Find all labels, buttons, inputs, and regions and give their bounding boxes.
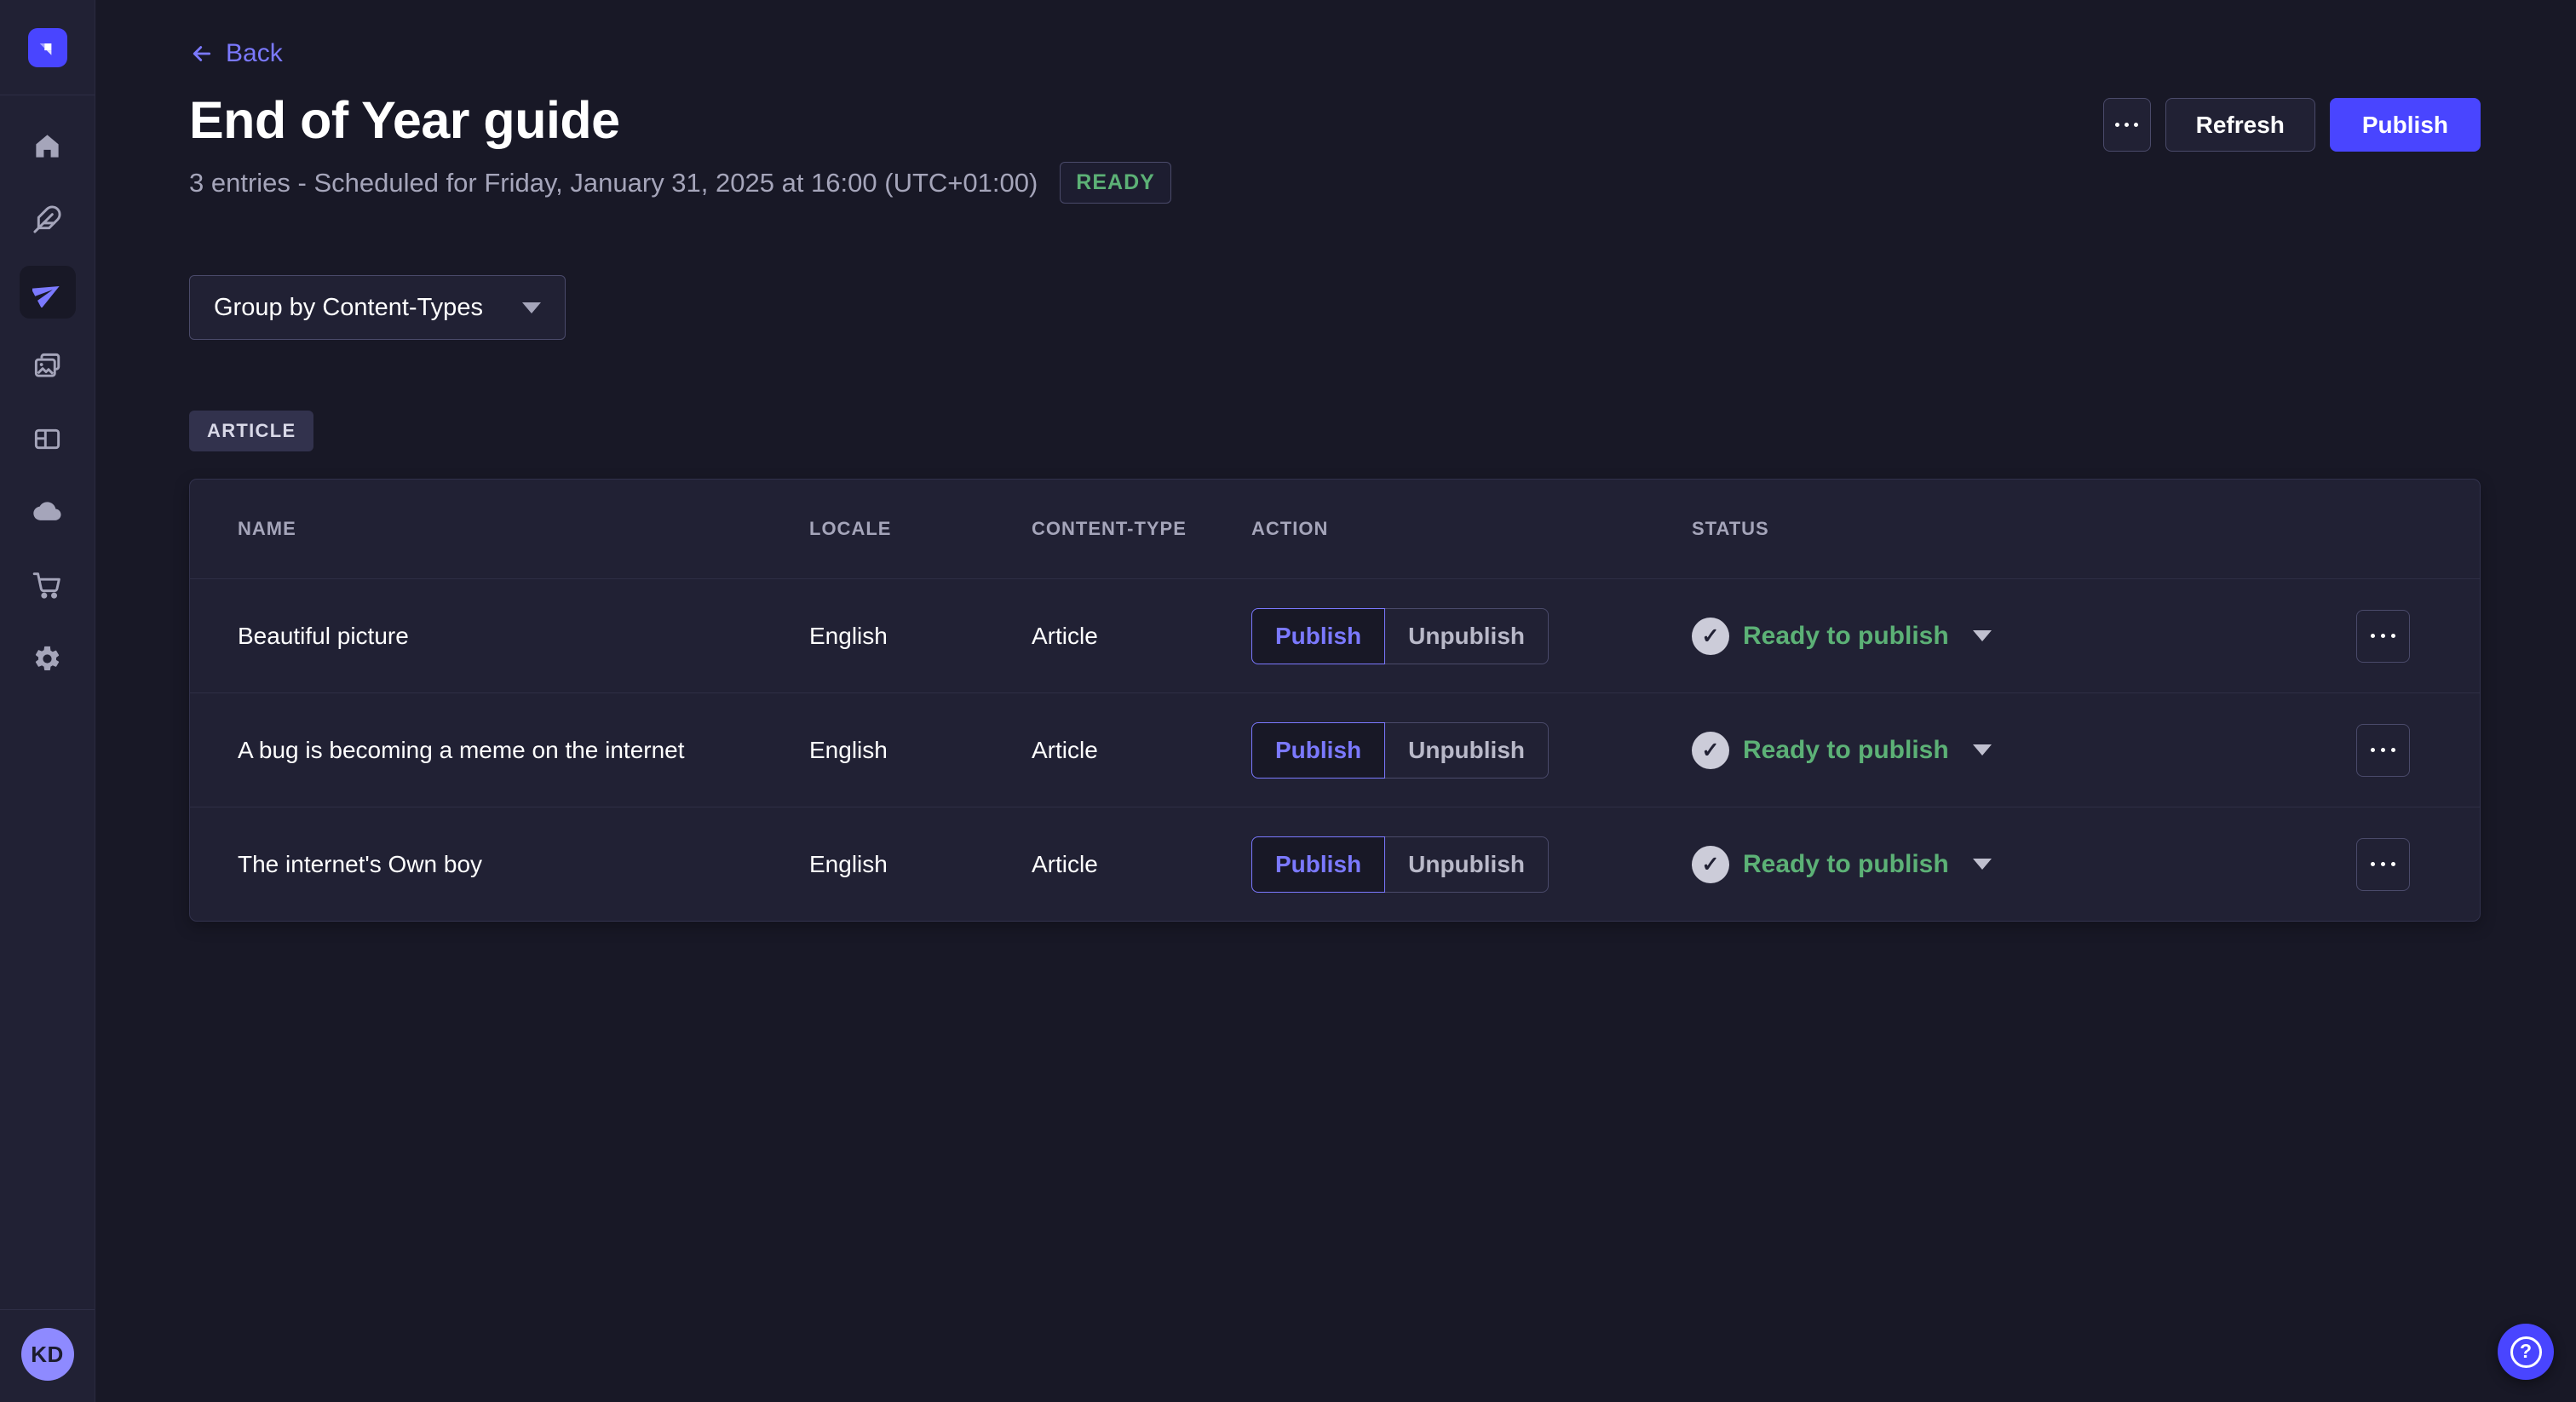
subtitle-row: 3 entries - Scheduled for Friday, Januar… (189, 162, 2481, 204)
column-header-locale: LOCALE (809, 518, 1032, 540)
status-badge: READY (1060, 162, 1171, 204)
help-icon: ? (2510, 1336, 2542, 1368)
help-button[interactable]: ? (2498, 1324, 2554, 1380)
entry-status-label: Ready to publish (1743, 850, 1949, 879)
home-icon (32, 131, 62, 161)
check-circle-icon: ✓ (1692, 846, 1729, 883)
entry-name: A bug is becoming a meme on the internet (238, 737, 809, 764)
entry-locale: English (809, 737, 1032, 764)
sidebar-nav (20, 119, 76, 685)
check-circle-icon: ✓ (1692, 732, 1729, 769)
row-more-button[interactable] (2356, 610, 2410, 663)
unpublish-toggle-button[interactable]: Unpublish (1385, 608, 1549, 664)
publish-button[interactable]: Publish (2330, 98, 2481, 152)
entries-table: NAME LOCALE CONTENT-TYPE ACTION STATUS B… (189, 479, 2481, 922)
column-header-status: STATUS (1692, 518, 2356, 540)
entry-content-type: Article (1032, 623, 1251, 650)
sidebar-item-releases[interactable] (20, 266, 76, 319)
refresh-button[interactable]: Refresh (2165, 98, 2315, 152)
table-row[interactable]: The internet's Own boy English Article P… (190, 807, 2480, 921)
action-toggle: Publish Unpublish (1251, 608, 1549, 664)
entry-name: Beautiful picture (238, 623, 809, 650)
layout-icon (32, 424, 62, 454)
arrow-left-icon (189, 41, 215, 66)
release-more-button[interactable] (2103, 98, 2151, 152)
more-icon (2371, 862, 2375, 866)
sidebar-footer: KD (0, 1309, 95, 1402)
media-icon (32, 351, 62, 381)
chevron-down-icon (1973, 744, 1992, 756)
table-row[interactable]: Beautiful picture English Article Publis… (190, 578, 2480, 692)
sidebar-item-marketplace[interactable] (20, 559, 76, 612)
publish-toggle-button[interactable]: Publish (1251, 722, 1385, 779)
sidebar: KD (0, 0, 95, 1402)
group-by-select[interactable]: Group by Content-Types (189, 275, 566, 340)
row-more-button[interactable] (2356, 724, 2410, 777)
more-icon (2115, 123, 2119, 127)
entry-status-dropdown[interactable]: ✓ Ready to publish (1692, 732, 2356, 769)
chevron-down-icon (522, 302, 541, 313)
user-avatar[interactable]: KD (21, 1328, 74, 1381)
entry-locale: English (809, 623, 1032, 650)
strapi-logo-icon (35, 35, 60, 60)
feather-icon (32, 204, 62, 234)
paper-plane-icon (32, 278, 62, 307)
back-label: Back (226, 39, 283, 68)
entry-name: The internet's Own boy (238, 851, 809, 878)
release-schedule-text: 3 entries - Scheduled for Friday, Januar… (189, 168, 1038, 198)
group-by-value: Group by Content-Types (214, 294, 483, 322)
chevron-down-icon (1973, 859, 1992, 870)
entry-status-label: Ready to publish (1743, 736, 1949, 765)
table-header-row: NAME LOCALE CONTENT-TYPE ACTION STATUS (190, 480, 2480, 578)
sidebar-item-content-type-builder[interactable] (20, 412, 76, 465)
sidebar-item-media-library[interactable] (20, 339, 76, 392)
header-actions: Refresh Publish (2103, 98, 2481, 152)
publish-toggle-button[interactable]: Publish (1251, 836, 1385, 893)
sidebar-item-cloud[interactable] (20, 486, 76, 538)
back-row: Back (189, 0, 2481, 71)
column-header-action: ACTION (1251, 518, 1692, 540)
entry-status-label: Ready to publish (1743, 622, 1949, 651)
back-link[interactable]: Back (189, 39, 283, 68)
main-content: Back End of Year guide 3 entries - Sched… (95, 0, 2576, 1402)
unpublish-toggle-button[interactable]: Unpublish (1385, 836, 1549, 893)
table-row[interactable]: A bug is becoming a meme on the internet… (190, 692, 2480, 807)
check-circle-icon: ✓ (1692, 618, 1729, 655)
sidebar-item-home[interactable] (20, 119, 76, 172)
sidebar-item-settings[interactable] (20, 632, 76, 685)
more-icon (2371, 634, 2375, 638)
publish-toggle-button[interactable]: Publish (1251, 608, 1385, 664)
entry-status-dropdown[interactable]: ✓ Ready to publish (1692, 618, 2356, 655)
cloud-icon (32, 497, 62, 527)
strapi-logo[interactable] (28, 28, 67, 67)
entry-status-dropdown[interactable]: ✓ Ready to publish (1692, 846, 2356, 883)
content-type-group-badge: ARTICLE (189, 411, 313, 451)
unpublish-toggle-button[interactable]: Unpublish (1385, 722, 1549, 779)
chevron-down-icon (1973, 630, 1992, 641)
entry-content-type: Article (1032, 737, 1251, 764)
sidebar-item-content-manager[interactable] (20, 192, 76, 245)
entry-locale: English (809, 851, 1032, 878)
more-icon (2371, 748, 2375, 752)
gear-icon (32, 644, 62, 674)
action-toggle: Publish Unpublish (1251, 722, 1549, 779)
row-more-button[interactable] (2356, 838, 2410, 891)
column-header-name: NAME (238, 518, 809, 540)
entry-content-type: Article (1032, 851, 1251, 878)
column-header-content-type: CONTENT-TYPE (1032, 518, 1251, 540)
action-toggle: Publish Unpublish (1251, 836, 1549, 893)
cart-icon (32, 571, 62, 600)
